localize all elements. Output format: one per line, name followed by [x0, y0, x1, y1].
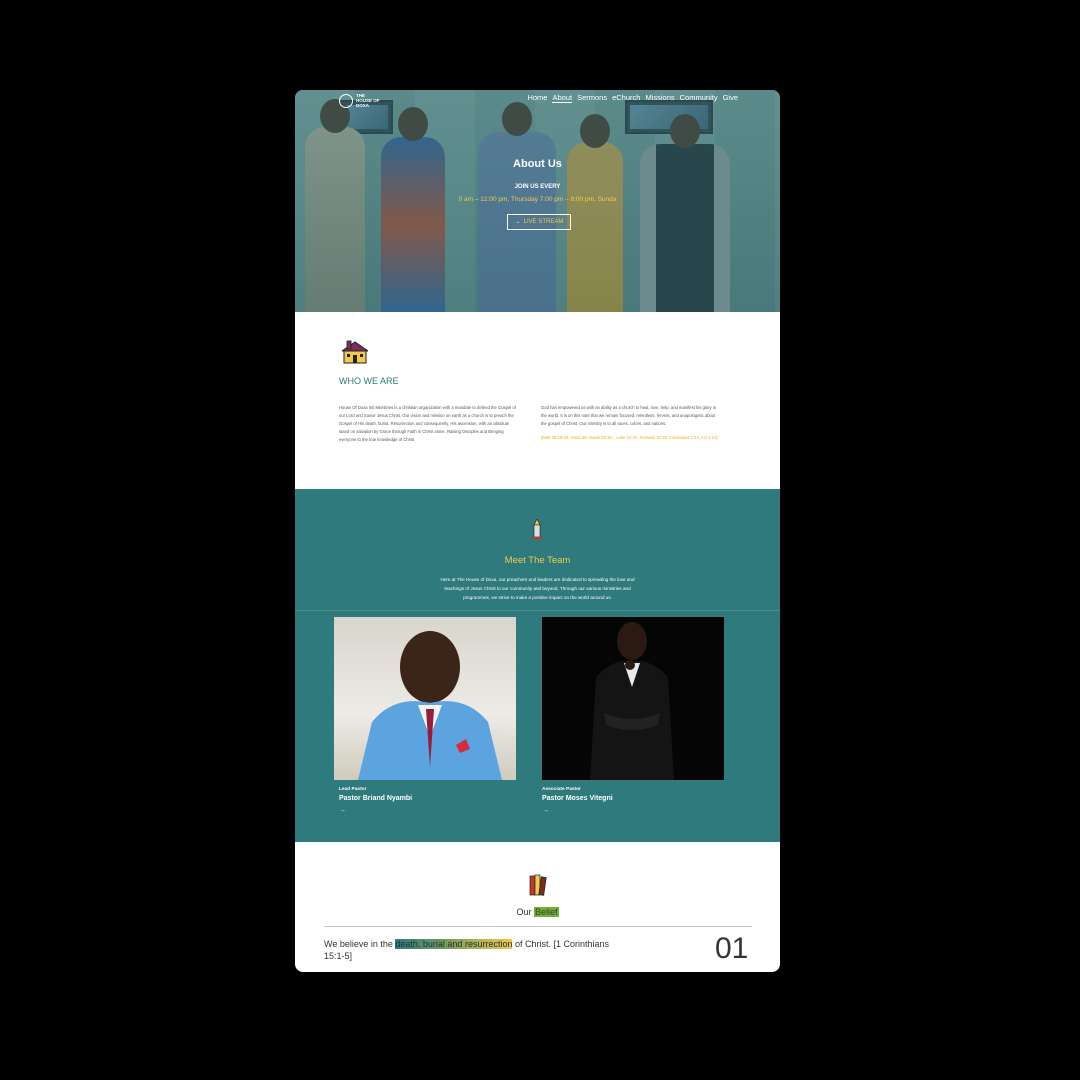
nav-home[interactable]: Home	[527, 93, 547, 103]
who-we-are-title: WHO WE ARE	[339, 376, 399, 386]
lead-pastor-role: Lead Pastor	[339, 787, 367, 792]
belief-title-highlight: Belief	[534, 907, 559, 917]
belief-divider	[324, 926, 752, 927]
nav-community[interactable]: Community	[680, 93, 718, 103]
who-right-paragraph: God has empowered us with an ability as …	[541, 404, 721, 442]
live-stream-label: LIVE STREAM	[523, 219, 564, 225]
who-right-text: God has empowered us with an ability as …	[541, 405, 717, 426]
logo-icon	[339, 93, 353, 108]
service-times: 0 am – 12:00 pm, Thursday 7:00 pm – 8:00…	[458, 196, 617, 203]
team-description: Here at The House of Doxa, our preachers…	[440, 577, 635, 600]
church-icon	[342, 340, 368, 364]
books-icon	[529, 874, 547, 896]
belief-number: 01	[715, 932, 749, 965]
nav-about[interactable]: About	[552, 93, 573, 103]
page-title: About Us	[513, 158, 562, 170]
site-logo[interactable]: THE HOUSE OF DOXA	[339, 93, 382, 108]
associate-pastor-photo[interactable]	[542, 617, 724, 780]
belief-statement: We believe in the death, burial and resu…	[324, 939, 624, 962]
who-left-paragraph: House Of Doxa Intl Ministries is a chris…	[339, 405, 516, 442]
belief-title: Our Belief	[295, 907, 780, 917]
nav-give[interactable]: Give	[723, 93, 738, 103]
website-frame: THE HOUSE OF DOXA Home About Sermons eCh…	[295, 90, 780, 972]
associate-pastor-role: Associate Pastor	[542, 787, 581, 792]
lead-pastor-arrow-icon[interactable]: →	[339, 807, 346, 814]
nav-echurch[interactable]: eChurch	[612, 93, 640, 103]
nav-sermons[interactable]: Sermons	[577, 93, 607, 103]
church-tower-icon	[532, 519, 542, 539]
nav-missions[interactable]: Missions	[645, 93, 674, 103]
main-nav: Home About Sermons eChurch Missions Comm…	[527, 93, 738, 103]
team-divider	[295, 610, 780, 611]
lead-pastor-name: Pastor Briand Nyambi	[339, 795, 413, 802]
live-stream-button[interactable]: → LIVE STREAM	[507, 214, 571, 230]
arrow-right-icon: →	[514, 219, 521, 225]
associate-pastor-name: Pastor Moses Vitegni	[542, 795, 613, 802]
associate-pastor-arrow-icon[interactable]: →	[542, 807, 549, 814]
join-label: JOIN US EVERY	[514, 184, 561, 190]
team-title: Meet The Team	[504, 555, 571, 566]
belief-text-highlight: death, burial and resurrection	[395, 939, 513, 949]
team-section: Meet The Team Here at The House of Doxa,…	[295, 489, 780, 842]
scripture-references: (Matt 28:18-20, Acts1:29, Isaiah 62:10, …	[541, 435, 718, 440]
belief-title-prefix: Our	[516, 907, 534, 917]
hero-section: THE HOUSE OF DOXA Home About Sermons eCh…	[295, 90, 780, 312]
lead-pastor-photo[interactable]	[334, 617, 516, 780]
logo-text: THE HOUSE OF DOXA	[356, 93, 380, 108]
belief-text-before: We believe in the	[324, 939, 396, 949]
